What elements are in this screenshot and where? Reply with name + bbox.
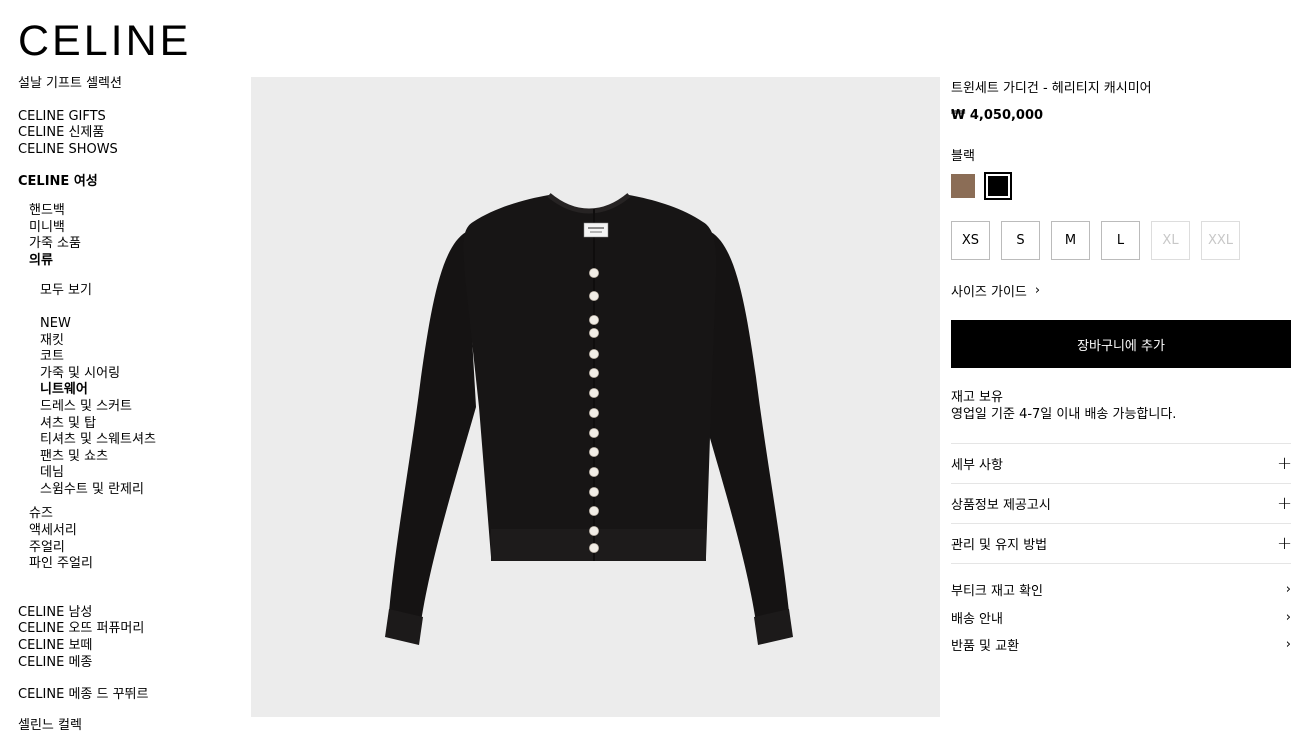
accordion-list: 세부 사항 + 상품정보 제공고시 + 관리 및 유지 방법 + (951, 443, 1293, 564)
nav-pants-shorts[interactable]: 팬츠 및 쇼츠 (18, 449, 238, 466)
nav-dresses-skirts[interactable]: 드레스 및 스커트 (18, 399, 238, 416)
nav-accessories[interactable]: 액세서리 (18, 523, 238, 540)
size-option-s[interactable]: S (1001, 221, 1040, 260)
product-details-panel: 트윈세트 가디건 - 헤리티지 캐시미어 ₩ 4,050,000 블랙 XS S… (951, 76, 1293, 659)
selected-color-name: 블랙 (951, 149, 975, 164)
plus-icon: + (1277, 453, 1293, 474)
link-returns-label: 반품 및 교환 (951, 639, 1020, 655)
nav-lunar-gift-selection[interactable]: 설날 기프트 셀렉션 (18, 76, 238, 93)
delivery-note: 영업일 기준 4-7일 이내 배송 가능합니다. (951, 407, 1177, 422)
size-option-xs[interactable]: XS (951, 221, 990, 260)
info-links: 부티크 재고 확인 › 배송 안내 › 반품 및 교환 › (951, 576, 1291, 659)
size-option-xxl[interactable]: XXL (1201, 221, 1240, 260)
chevron-right-icon: › (1034, 283, 1041, 298)
product-image[interactable] (251, 77, 940, 717)
link-boutique-stock-label: 부티크 재고 확인 (951, 584, 1043, 600)
nav-tshirts-sweatshirts[interactable]: 티셔츠 및 스웨트셔츠 (18, 432, 238, 449)
chevron-right-icon: › (1285, 637, 1291, 653)
nav-leather-shearling[interactable]: 가죽 및 시어링 (18, 366, 238, 383)
nav-shirts-tops[interactable]: 셔츠 및 탑 (18, 416, 238, 433)
link-shipping[interactable]: 배송 안내 › (951, 604, 1291, 632)
nav-shoes[interactable]: 슈즈 (18, 506, 238, 523)
nav-celine-new[interactable]: CELINE 신제품 (18, 125, 238, 142)
celine-logo[interactable]: CELINE (18, 20, 191, 63)
plus-icon: + (1277, 493, 1293, 514)
nav-celine-women[interactable]: CELINE 여성 (18, 174, 238, 191)
accordion-product-info[interactable]: 상품정보 제공고시 + (951, 484, 1293, 524)
nav-jewelry[interactable]: 주얼리 (18, 540, 238, 557)
nav-handbags[interactable]: 핸드백 (18, 203, 238, 220)
nav-swimwear-lingerie[interactable]: 스윔수트 및 란제리 (18, 482, 238, 499)
nav-jackets[interactable]: 재킷 (18, 333, 238, 350)
nav-celine-haute-parfumerie[interactable]: CELINE 오뜨 퍼퓨머리 (18, 621, 238, 638)
size-guide-label: 사이즈 가이드 (951, 285, 1027, 300)
accordion-product-info-label: 상품정보 제공고시 (951, 498, 1051, 513)
nav-coats[interactable]: 코트 (18, 349, 238, 366)
link-boutique-stock[interactable]: 부티크 재고 확인 › (951, 576, 1291, 604)
nav-fine-jewelry[interactable]: 파인 주얼리 (18, 556, 238, 573)
cardigan-illustration (385, 193, 793, 645)
size-option-l[interactable]: L (1101, 221, 1140, 260)
nav-celine-collection-cutoff[interactable]: 셀린느 컬렉 (18, 718, 238, 734)
product-price: ₩ 4,050,000 (951, 108, 1044, 123)
stock-info: 재고 보유 영업일 기준 4-7일 이내 배송 가능합니다. (951, 389, 1291, 423)
plus-icon: + (1277, 533, 1293, 554)
size-selector: XS S M L XL XXL (951, 221, 1291, 260)
link-returns[interactable]: 반품 및 교환 › (951, 631, 1291, 659)
nav-knitwear[interactable]: 니트웨어 (18, 382, 238, 399)
stock-status: 재고 보유 (951, 390, 1003, 405)
color-swatch-brown[interactable] (951, 174, 975, 198)
product-title: 트윈세트 가디건 - 헤리티지 캐시미어 (951, 81, 1152, 96)
accordion-details[interactable]: 세부 사항 + (951, 444, 1293, 484)
nav-clothing[interactable]: 의류 (18, 253, 238, 270)
size-option-xl[interactable]: XL (1151, 221, 1190, 260)
nav-celine-maison-de-couture[interactable]: CELINE 메종 드 꾸뛰르 (18, 687, 238, 704)
nav-leather-goods[interactable]: 가죽 소품 (18, 236, 238, 253)
nav-clothing-new[interactable]: NEW (18, 316, 238, 333)
nav-celine-maison[interactable]: CELINE 메종 (18, 655, 238, 672)
nav-celine-beaute[interactable]: CELINE 보떼 (18, 638, 238, 655)
size-guide-link[interactable]: 사이즈 가이드 › (951, 281, 1291, 300)
nav-view-all[interactable]: 모두 보기 (18, 283, 238, 300)
chevron-right-icon: › (1285, 582, 1291, 598)
side-navigation: 설날 기프트 셀렉션 CELINE GIFTS CELINE 신제품 CELIN… (18, 76, 238, 734)
color-swatch-black[interactable] (984, 172, 1012, 200)
nav-denim[interactable]: 데님 (18, 465, 238, 482)
accordion-details-label: 세부 사항 (951, 458, 1003, 473)
accordion-care-label: 관리 및 유지 방법 (951, 538, 1048, 553)
accordion-care[interactable]: 관리 및 유지 방법 + (951, 524, 1293, 564)
nav-mini-bags[interactable]: 미니백 (18, 220, 238, 237)
chevron-right-icon: › (1285, 609, 1291, 625)
nav-celine-gifts[interactable]: CELINE GIFTS (18, 109, 238, 126)
link-shipping-label: 배송 안내 (951, 611, 1003, 627)
nav-celine-men[interactable]: CELINE 남성 (18, 605, 238, 622)
size-option-m[interactable]: M (1051, 221, 1090, 260)
add-to-cart-button[interactable]: 장바구니에 추가 (951, 320, 1291, 368)
color-swatches (951, 172, 1291, 200)
nav-celine-shows[interactable]: CELINE SHOWS (18, 142, 238, 159)
